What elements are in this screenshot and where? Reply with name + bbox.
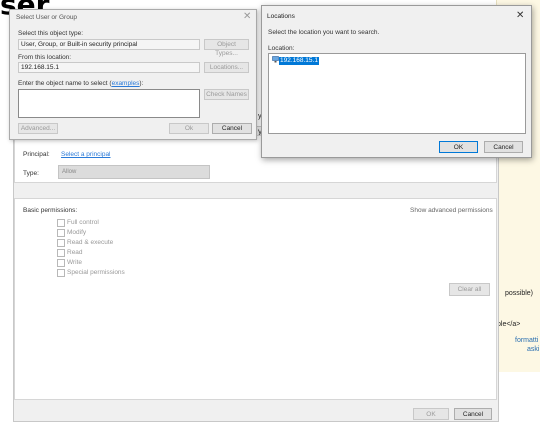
select-user-dialog: Select User or Group ✕ Select this objec… <box>9 9 257 140</box>
side-link[interactable]: formatti <box>515 337 538 344</box>
object-type-label: Select this object type: <box>18 30 84 37</box>
check-names-button[interactable]: Check Names <box>204 89 249 100</box>
type-value: Allow <box>62 169 77 175</box>
permission-entry-dialog: y y Principal: Select a principal Type: … <box>13 113 499 422</box>
side-text: possible) <box>505 290 534 297</box>
write-checkbox[interactable] <box>57 259 65 267</box>
type-label: Type: <box>23 170 39 177</box>
principal-label: Principal: <box>23 151 50 158</box>
enter-name-prefix: Enter the object name to select ( <box>18 80 112 87</box>
permission-label: Special permissions <box>67 269 125 276</box>
side-link[interactable]: aski <box>527 346 539 353</box>
advanced-button[interactable]: Advanced... <box>18 123 58 134</box>
permission-label: Write <box>67 259 83 266</box>
side-text: ple</a> <box>497 321 521 328</box>
basic-permissions-label: Basic permissions: <box>23 207 78 214</box>
locations-button[interactable]: Locations... <box>204 62 249 73</box>
computer-icon <box>272 56 279 65</box>
permission-label: Full control <box>67 219 99 226</box>
object-name-input[interactable] <box>18 89 200 118</box>
full-control-checkbox[interactable] <box>57 219 65 227</box>
clear-all-button[interactable]: Clear all <box>449 283 490 296</box>
permission-label: Read & execute <box>67 239 114 246</box>
enter-name-suffix: ): <box>139 80 144 87</box>
dialog-title: Locations <box>267 13 295 20</box>
locations-dialog: Locations ✕ Select the location you want… <box>261 5 532 158</box>
select-principal-link[interactable]: Select a principal <box>61 151 111 158</box>
close-icon[interactable]: ✕ <box>516 11 524 21</box>
show-advanced-link[interactable]: Show advanced permissions <box>410 207 493 214</box>
enter-name-label: Enter the object name to select (example… <box>18 80 143 87</box>
basic-permissions-section: Basic permissions: Show advanced permiss… <box>14 198 497 400</box>
special-permissions-checkbox[interactable] <box>57 269 65 277</box>
cancel-button[interactable]: Cancel <box>484 141 523 153</box>
tree-item[interactable]: 192.168.15.1 <box>272 56 319 65</box>
permission-label: Read <box>67 249 83 256</box>
ok-button[interactable]: Ok <box>169 123 209 134</box>
modify-checkbox[interactable] <box>57 229 65 237</box>
location-field: 192.168.15.1 <box>18 62 200 73</box>
examples-link[interactable]: examples <box>112 80 140 87</box>
location-tree[interactable]: 192.168.15.1 <box>268 53 526 134</box>
cancel-button[interactable]: Cancel <box>454 408 492 420</box>
close-icon[interactable]: ✕ <box>243 12 251 22</box>
object-types-button[interactable]: Object Types... <box>204 39 249 57</box>
permission-label: Modify <box>67 229 87 236</box>
dialog-title: Select User or Group <box>16 14 78 21</box>
ok-button[interactable]: OK <box>413 408 449 420</box>
read-execute-checkbox[interactable] <box>57 239 65 247</box>
location-label: From this location: <box>18 54 72 61</box>
read-checkbox[interactable] <box>57 249 65 257</box>
location-label: Location: <box>268 45 295 52</box>
cancel-button[interactable]: Cancel <box>212 123 252 134</box>
ok-button[interactable]: OK <box>439 141 478 153</box>
object-type-field: User, Group, or Built-in security princi… <box>18 39 200 50</box>
tree-item-label: 192.168.15.1 <box>279 56 319 65</box>
type-dropdown[interactable]: Allow <box>58 165 210 179</box>
location-instruction: Select the location you want to search. <box>268 29 380 36</box>
